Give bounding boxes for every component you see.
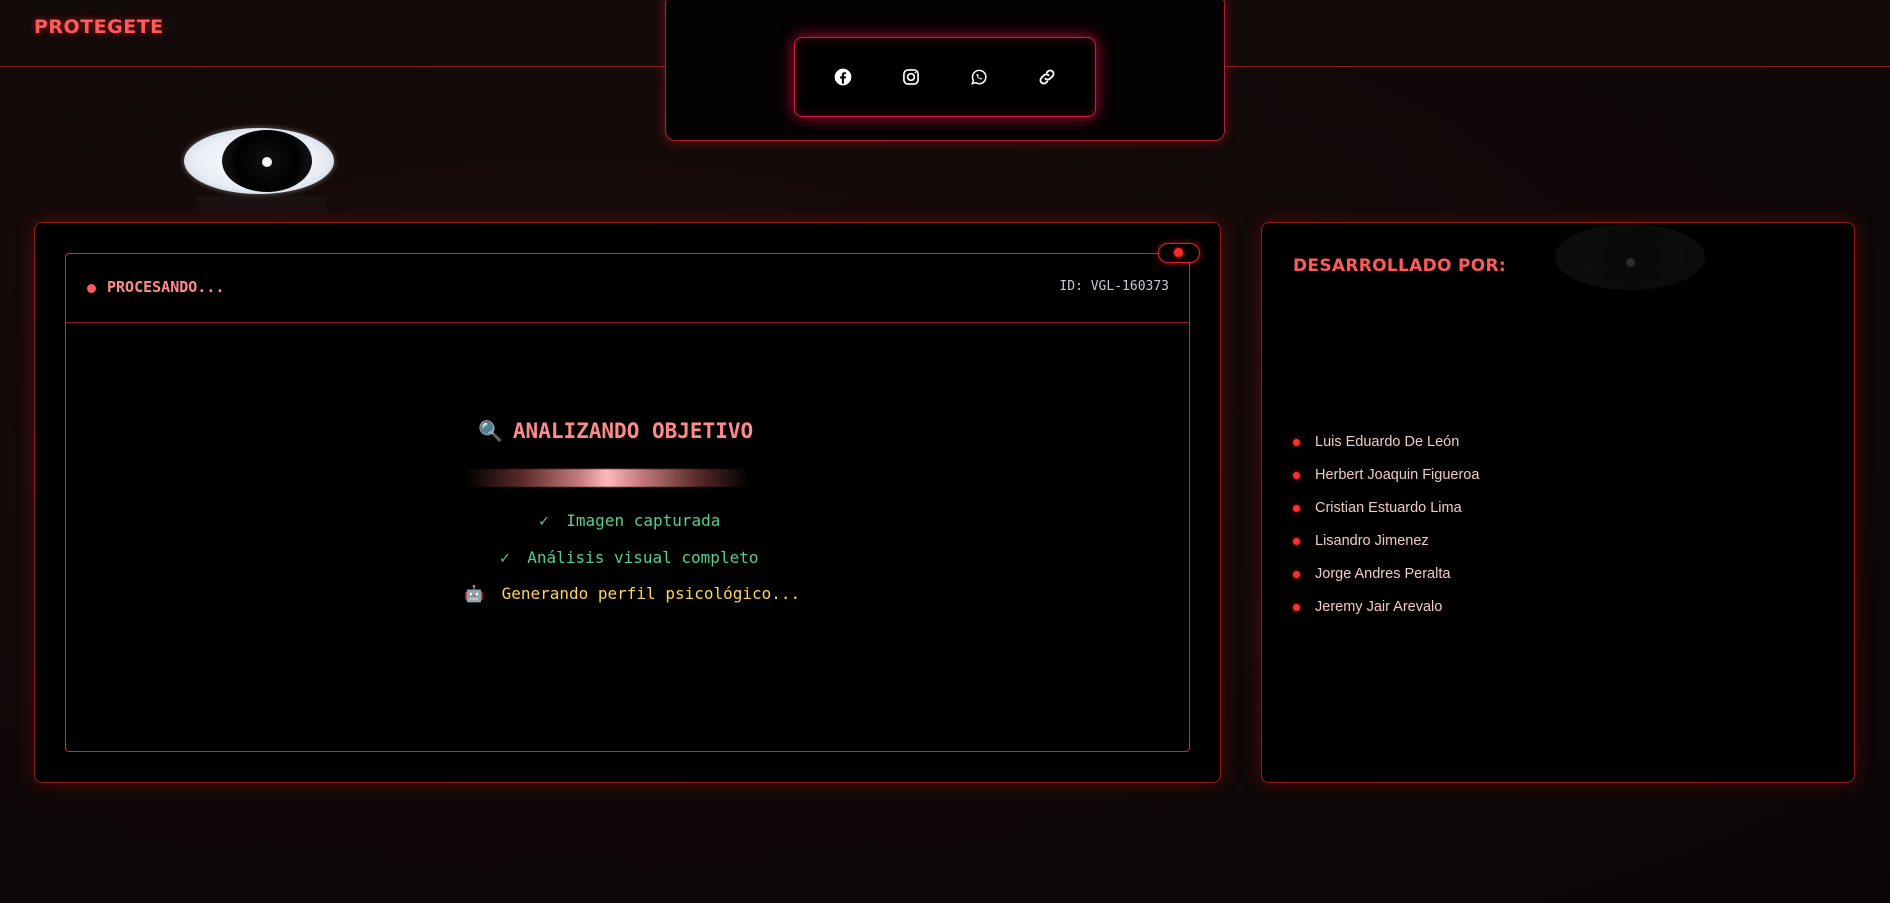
facebook-icon[interactable] [832,66,854,88]
step-visual-analysis: ✓ Análisis visual completo [500,548,758,567]
analysis-title: 🔍 ANALIZANDO OBJETIVO [478,419,753,443]
eye-pupil [262,157,272,167]
terminal-header: PROCESANDO... ID: VGL-160373 [66,254,1189,323]
step-image-captured: ✓ Imagen capturada [539,511,720,530]
developers-list: Luis Eduardo De León Herbert Joaquin Fig… [1293,434,1479,632]
bullet-icon [1293,604,1300,611]
status-text: PROCESANDO... [107,278,225,296]
developer-name: Lisandro Jimenez [1315,533,1429,549]
list-item: Lisandro Jimenez [1293,533,1479,566]
step-label: Generando perfil psicológico... [501,584,801,603]
list-item: Herbert Joaquin Figueroa [1293,467,1479,500]
analysis-title-text: ANALIZANDO OBJETIVO [512,419,754,443]
link-icon[interactable] [1036,66,1058,88]
social-links [794,37,1096,117]
scan-progress-bar [465,469,749,487]
developers-card: DESARROLLADO POR: Luis Eduardo De León H… [1261,222,1855,783]
list-item: Cristian Estuardo Lima [1293,500,1479,533]
developer-name: Jorge Andres Peralta [1315,566,1451,582]
bullet-icon [1293,571,1300,578]
bullet-icon [1293,439,1300,446]
developer-name: Herbert Joaquin Figueroa [1315,467,1480,483]
step-label: Análisis visual completo [527,548,759,567]
ghost-eye-pupil [1626,258,1635,267]
instagram-icon[interactable] [900,66,922,88]
check-icon: ✓ [539,511,549,530]
developer-name: Luis Eduardo De León [1315,434,1460,450]
developer-name: Cristian Estuardo Lima [1315,500,1462,516]
check-icon: ✓ [500,548,510,567]
ghost-eye-iris [1589,226,1675,288]
social-panel [665,0,1225,141]
list-item: Jorge Andres Peralta [1293,566,1479,599]
developer-name: Jeremy Jair Arevalo [1315,599,1443,615]
recording-indicator [1158,243,1200,263]
developers-title: DESARROLLADO POR: [1293,256,1506,276]
bullet-icon [1293,472,1300,479]
list-item: Jeremy Jair Arevalo [1293,599,1479,632]
brand-logo[interactable]: PROTEGETE [34,16,164,38]
eye-reflection [196,196,326,222]
step-profile-generation: 🤖 Generando perfil psicológico... [464,584,800,603]
analysis-terminal: PROCESANDO... ID: VGL-160373 🔍 ANALIZAND… [65,253,1190,752]
bullet-icon [1293,505,1300,512]
record-dot-icon [1174,248,1183,257]
step-label: Imagen capturada [566,511,721,530]
eye-icon [184,128,334,194]
page: PROTEGETE PROCESANDO... ID: VGL-160373 🔍… [0,0,1890,903]
bullet-icon [1293,538,1300,545]
eye-iris [222,130,312,192]
list-item: Luis Eduardo De León [1293,434,1479,467]
magnifier-icon: 🔍 [478,419,503,443]
session-id: ID: VGL-160373 [1059,279,1169,294]
whatsapp-icon[interactable] [968,66,990,88]
robot-icon: 🤖 [464,584,484,603]
status-dot-icon [87,284,96,293]
